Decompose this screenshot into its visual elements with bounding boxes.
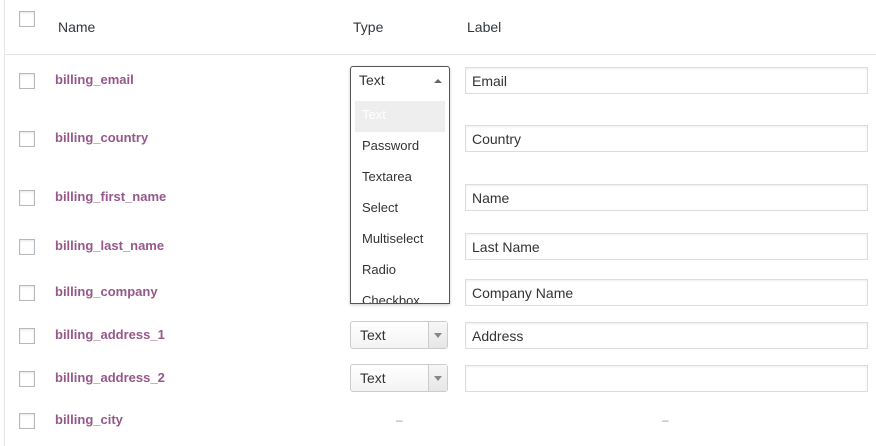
field-name[interactable]: billing_first_name <box>55 189 166 205</box>
row-checkbox[interactable] <box>19 73 35 89</box>
row-checkbox[interactable] <box>19 413 35 429</box>
option-password[interactable]: Password <box>355 132 445 163</box>
label-input[interactable]: Name <box>465 184 868 211</box>
label-input[interactable]: Address <box>465 322 868 349</box>
table-left-border <box>4 0 5 446</box>
row-checkbox[interactable] <box>19 285 35 301</box>
field-name[interactable]: billing_address_1 <box>55 327 165 343</box>
label-input[interactable]: Country <box>465 125 868 152</box>
label-input-value: Last Name <box>472 239 540 255</box>
chevron-down-icon[interactable] <box>428 365 447 391</box>
label-input-value: Email <box>472 73 508 89</box>
option-select[interactable]: Select <box>355 194 445 225</box>
checkout-fields-table: Name Type Label billing_email Email bill… <box>0 0 876 446</box>
column-header-type[interactable]: Type <box>353 19 383 35</box>
row-checkbox[interactable] <box>19 371 35 387</box>
label-input[interactable]: Email <box>465 67 868 94</box>
option-multiselect[interactable]: Multiselect <box>355 225 445 256</box>
label-input[interactable]: Last Name <box>465 233 868 260</box>
type-placeholder: – <box>396 413 403 427</box>
type-select-open[interactable]: Text Text Password Textarea Select Multi… <box>350 66 450 304</box>
label-input-value: Country <box>472 131 522 147</box>
option-checkbox[interactable]: Checkbox <box>355 287 445 303</box>
row-checkbox[interactable] <box>19 131 35 147</box>
header-divider <box>4 54 876 55</box>
type-select[interactable]: Text <box>350 364 448 392</box>
option-text[interactable]: Text <box>355 101 445 132</box>
label-input[interactable] <box>465 365 868 392</box>
option-radio[interactable]: Radio <box>355 256 445 287</box>
field-name[interactable]: billing_company <box>55 284 158 300</box>
field-name[interactable]: billing_last_name <box>55 238 164 254</box>
row-checkbox[interactable] <box>19 328 35 344</box>
label-input[interactable]: Company Name <box>465 279 868 306</box>
chevron-down-icon[interactable] <box>428 322 447 348</box>
type-select-value: Text <box>360 327 386 343</box>
field-name[interactable]: billing_address_2 <box>55 370 165 386</box>
type-select[interactable]: Text <box>350 321 448 349</box>
column-header-label[interactable]: Label <box>467 19 501 35</box>
row-checkbox[interactable] <box>19 239 35 255</box>
type-options-list: Text Password Textarea Select Multiselec… <box>355 101 445 303</box>
select-all-checkbox[interactable] <box>19 11 35 27</box>
field-name[interactable]: billing_country <box>55 130 148 146</box>
label-placeholder: – <box>662 413 669 427</box>
label-input-value: Company Name <box>472 285 574 301</box>
column-header-name[interactable]: Name <box>58 19 95 35</box>
label-input-value: Address <box>472 328 524 344</box>
chevron-up-icon[interactable] <box>434 79 442 83</box>
field-name[interactable]: billing_city <box>55 412 123 428</box>
type-select-value: Text <box>360 370 386 386</box>
type-select-value: Text <box>359 72 385 88</box>
option-textarea[interactable]: Textarea <box>355 163 445 194</box>
field-name[interactable]: billing_email <box>55 72 134 88</box>
label-input-value: Name <box>472 190 510 206</box>
row-checkbox[interactable] <box>19 190 35 206</box>
